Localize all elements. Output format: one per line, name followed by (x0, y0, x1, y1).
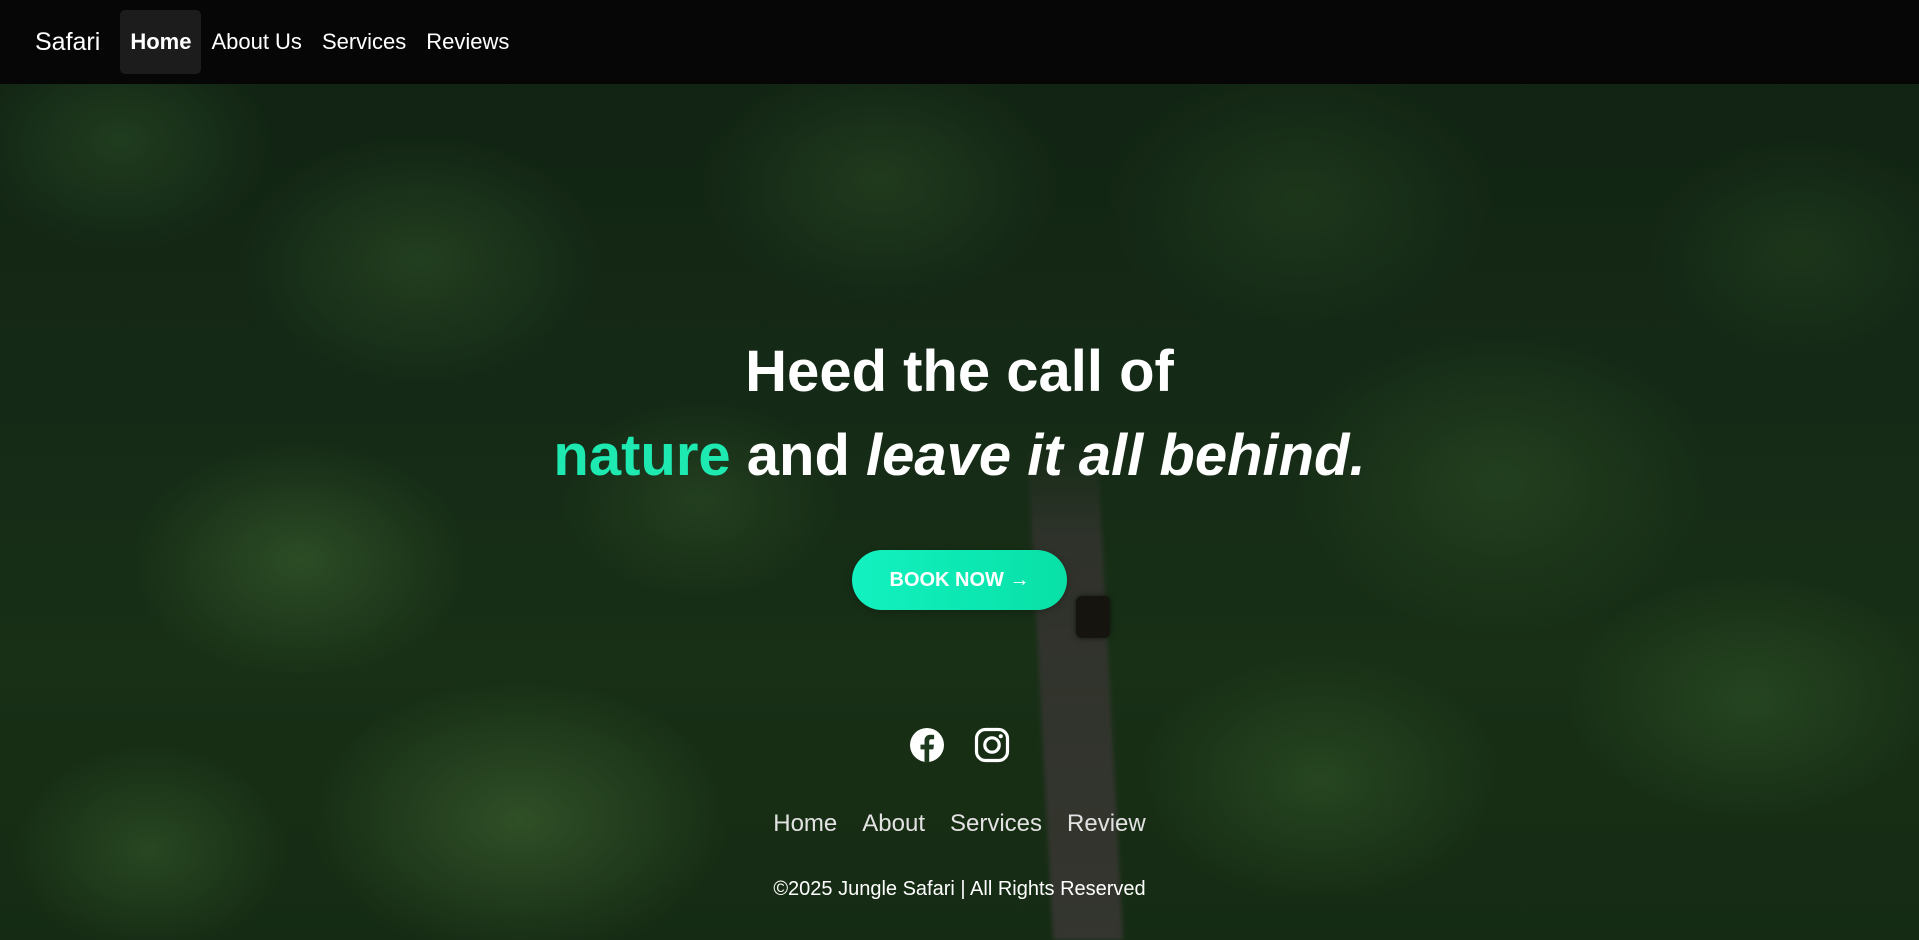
instagram-icon[interactable] (974, 727, 1010, 763)
hero-headline: Heed the call of nature and leave it all… (0, 330, 1919, 498)
nav-link-services[interactable]: Services (312, 12, 416, 72)
page: Safari Home About Us Services Reviews He… (0, 0, 1919, 940)
top-navbar: Safari Home About Us Services Reviews (0, 0, 1919, 84)
nav-link-about-us[interactable]: About Us (201, 12, 312, 72)
copyright-text: ©2025 Jungle Safari | All Rights Reserve… (773, 878, 1146, 900)
headline-mid-text: and (730, 423, 866, 488)
social-links (0, 727, 1919, 763)
nav-link-reviews[interactable]: Reviews (416, 12, 519, 72)
headline-italic-text: leave it all behind. (866, 423, 1366, 488)
footer-link-home[interactable]: Home (773, 810, 837, 838)
brand-logo[interactable]: Safari (35, 28, 100, 57)
footer-link-about[interactable]: About (862, 810, 925, 838)
book-now-button[interactable]: BOOK NOW → (852, 550, 1067, 610)
hero-section: Heed the call of nature and leave it all… (0, 330, 1919, 610)
headline-line-1: Heed the call of (745, 339, 1174, 404)
nav-link-home[interactable]: Home (120, 10, 202, 74)
footer-link-review[interactable]: Review (1067, 810, 1146, 838)
nav-links: Home About Us Services Reviews (120, 10, 519, 74)
facebook-icon[interactable] (909, 727, 945, 763)
footer-nav: Home About Services Review (0, 810, 1919, 838)
headline-accent-word: nature (553, 423, 731, 488)
footer-link-services[interactable]: Services (950, 810, 1042, 838)
